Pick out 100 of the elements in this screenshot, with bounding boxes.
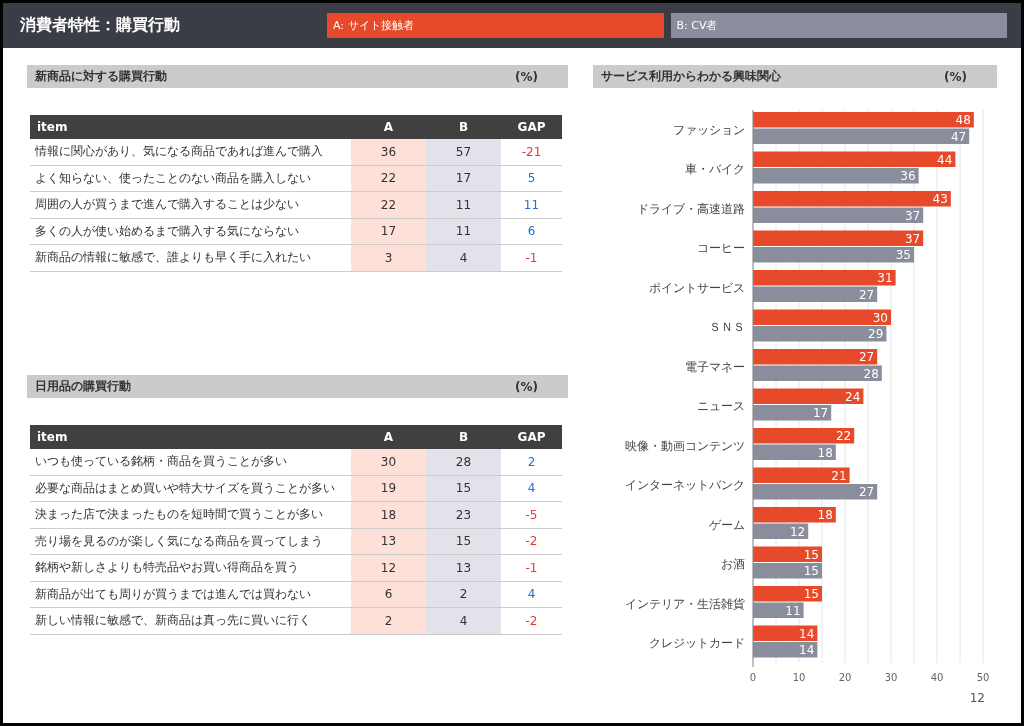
table-cell: 新商品の情報に敏感で、誰よりも早く手に入れたい xyxy=(30,244,351,271)
table-cell: -21 xyxy=(501,139,562,165)
table-cell: 新しい情報に敏感で、新商品は真っ先に買いに行く xyxy=(30,607,351,634)
category-label: お酒 xyxy=(721,557,745,572)
table-cell: 新商品が出ても周りが買うまでは進んでは買わない xyxy=(30,581,351,608)
bar-value-label: 37 xyxy=(904,208,921,223)
table-cell: 18 xyxy=(351,501,426,528)
table-cell: 13 xyxy=(426,554,501,581)
bar-value-label: 30 xyxy=(872,310,888,325)
table-cell: よく知らない、使ったことのない商品を購入しない xyxy=(30,165,351,192)
table-cell: 決まった店で決まったものを短時間で買うことが多い xyxy=(30,501,351,528)
category-label: ドライブ・高速道路 xyxy=(637,201,745,216)
bar-value-label: 24 xyxy=(845,389,861,404)
category-label: ファッション xyxy=(673,122,745,137)
category-label: ＳＮＳ xyxy=(709,320,745,335)
bar-value-label: 11 xyxy=(785,603,801,618)
unit-label: (%) xyxy=(515,69,538,84)
column-header: A xyxy=(351,425,426,449)
table-cell: 11 xyxy=(426,218,501,245)
table-cell: 2 xyxy=(426,581,501,608)
table-cell: 19 xyxy=(351,475,426,502)
axis-tick-label: 30 xyxy=(884,672,898,683)
bar xyxy=(753,563,822,579)
table-cell: 30 xyxy=(351,449,426,475)
category-label: コーヒー xyxy=(697,241,745,256)
table-cell: 23 xyxy=(426,501,501,528)
category-label: インテリア・生活雑貨 xyxy=(625,596,745,611)
category-label: インターネットバンク xyxy=(625,478,745,493)
unit-label: (%) xyxy=(944,69,967,84)
column-header: B xyxy=(426,425,501,449)
table-cell: 3 xyxy=(351,244,426,271)
page-number: 12 xyxy=(969,691,986,705)
table-cell: 12 xyxy=(351,554,426,581)
axis-tick-label: 40 xyxy=(930,672,944,683)
bar-value-label: 14 xyxy=(799,626,815,641)
category-label: 電子マネー xyxy=(685,359,745,374)
table-cell: 銘柄や新しさよりも特売品やお買い得商品を買う xyxy=(30,554,351,581)
category-label: 車・バイク xyxy=(685,162,745,177)
bar-value-label: 15 xyxy=(803,547,819,562)
axis-tick-label: 10 xyxy=(792,672,806,683)
table-cell: 4 xyxy=(501,475,562,502)
bar xyxy=(753,586,822,602)
bar xyxy=(753,642,818,658)
table-cell: -1 xyxy=(501,554,562,581)
section-title: サービス利用からわかる興味関心 xyxy=(601,68,781,85)
bar-value-label: 43 xyxy=(932,192,948,206)
column-header: item xyxy=(30,425,351,449)
table-cell: 22 xyxy=(351,165,426,192)
table-cell: 15 xyxy=(426,475,501,502)
column-header: GAP xyxy=(501,115,562,139)
table-cell: 売り場を見るのが楽しく気になる商品を買ってしまう xyxy=(30,528,351,555)
table-cell: -1 xyxy=(501,244,562,271)
column-header: GAP xyxy=(501,425,562,449)
unit-label: (%) xyxy=(515,379,538,394)
bar-value-label: 18 xyxy=(817,445,833,460)
legend-item: B: CV者 xyxy=(670,13,1007,38)
axis-tick-label: 50 xyxy=(976,672,990,683)
bar-value-label: 28 xyxy=(863,366,879,381)
table-cell: 4 xyxy=(501,581,562,608)
bar-value-label: 27 xyxy=(858,350,875,364)
table-cell: 22 xyxy=(351,191,426,218)
bar-value-label: 31 xyxy=(877,271,893,285)
table-cell: 15 xyxy=(426,528,501,555)
column-header: item xyxy=(30,115,351,139)
axis-tick-label: 20 xyxy=(838,672,852,683)
table-cell: 57 xyxy=(426,139,501,165)
bar xyxy=(753,625,818,641)
bar xyxy=(753,602,804,618)
table-cell: 6 xyxy=(351,581,426,608)
table-cell: 多くの人が使い始めるまで購入する気にならない xyxy=(30,218,351,245)
table-cell: 2 xyxy=(501,449,562,475)
bar-value-label: 17 xyxy=(812,406,829,420)
table-cell: いつも使っている銘柄・商品を買うことが多い xyxy=(30,449,351,475)
bar-value-label: 47 xyxy=(950,129,967,144)
bar xyxy=(753,546,822,562)
bar-value-label: 29 xyxy=(868,327,884,341)
bar-value-label: 22 xyxy=(835,429,852,443)
table-cell: -5 xyxy=(501,501,562,528)
table-cell: 11 xyxy=(501,191,562,218)
table-cell: 6 xyxy=(501,218,562,245)
table-cell: 情報に関心があり、気になる商品であれば進んで購入 xyxy=(30,139,351,165)
bar-value-label: 15 xyxy=(803,564,819,578)
section-title: 日用品の購買行動 xyxy=(35,378,131,395)
table-cell: 周囲の人が買うまで進んで購入することは少ない xyxy=(30,191,351,218)
table-cell: 17 xyxy=(426,165,501,192)
section-title: 新商品に対する購買行動 xyxy=(35,68,167,85)
category-label: クレジットカード xyxy=(649,636,745,651)
table-cell: -2 xyxy=(501,528,562,555)
bar-value-label: 21 xyxy=(831,468,847,483)
table-cell: 5 xyxy=(501,165,562,192)
bar-value-label: 15 xyxy=(803,587,819,601)
legend-item: A: サイト接触者 xyxy=(327,13,664,38)
category-label: ポイントサービス xyxy=(649,280,745,295)
table-cell: 4 xyxy=(426,244,501,271)
axis-tick-label: 0 xyxy=(749,672,757,683)
page-title: 消費者特性：購買行動 xyxy=(20,15,181,36)
bar-value-label: 27 xyxy=(858,287,875,302)
bar-value-label: 44 xyxy=(937,152,953,167)
category-label: ゲーム xyxy=(709,517,745,532)
bar-value-label: 18 xyxy=(817,508,833,522)
